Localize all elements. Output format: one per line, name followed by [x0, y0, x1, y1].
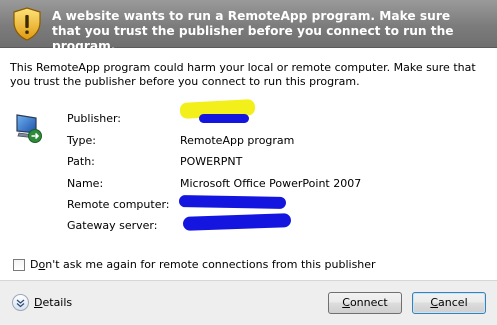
path-row: Path: POWERPNT — [67, 155, 487, 169]
path-label: Path: — [67, 155, 95, 168]
remote-computer-row: Remote computer: — [67, 195, 487, 212]
name-row: Name: Microsoft Office PowerPoint 2007 — [67, 177, 487, 191]
type-row: Type: RemoteApp program — [67, 134, 487, 148]
gateway-server-row: Gateway server: — [67, 213, 487, 233]
type-label: Type: — [67, 134, 96, 147]
publisher-row: Publisher: — [67, 99, 487, 126]
warning-message: This RemoteApp program could harm your l… — [10, 61, 476, 88]
security-warning-banner: A website wants to run a RemoteApp progr… — [0, 0, 497, 53]
name-value: Microsoft Office PowerPoint 2007 — [180, 177, 362, 190]
publisher-label: Publisher: — [67, 112, 122, 125]
cancel-button[interactable]: Cancel — [412, 292, 486, 314]
path-value: POWERPNT — [180, 155, 243, 168]
dont-ask-again-label[interactable]: Don't ask me again for remote connection… — [30, 258, 376, 271]
connect-button[interactable]: Connect — [328, 292, 402, 314]
remoteapp-computer-icon — [16, 114, 42, 143]
details-label[interactable]: Details — [34, 296, 72, 309]
gateway-server-redaction — [182, 213, 292, 231]
remote-computer-label: Remote computer: — [67, 198, 170, 211]
banner-title: A website wants to run a RemoteApp progr… — [52, 9, 454, 53]
dialog-footer: Details Connect Cancel — [0, 280, 497, 325]
gateway-server-label: Gateway server: — [67, 219, 158, 232]
publisher-redaction-overlap — [199, 114, 249, 123]
chevron-down-icon[interactable] — [12, 294, 29, 311]
remote-computer-redaction — [178, 195, 287, 209]
dont-ask-again-checkbox[interactable] — [13, 259, 25, 271]
type-value: RemoteApp program — [180, 134, 295, 147]
security-shield-warning-icon — [13, 7, 41, 41]
name-label: Name: — [67, 177, 104, 190]
